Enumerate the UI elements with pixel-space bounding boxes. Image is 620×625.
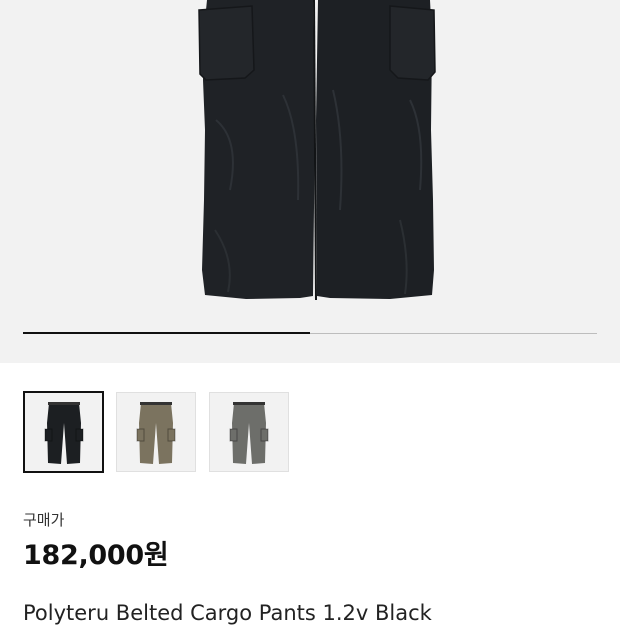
pants-thumbnail-icon — [44, 402, 84, 464]
pants-thumbnail-icon — [136, 402, 176, 464]
product-image-gallery[interactable] — [0, 0, 620, 363]
black-variant-thumb[interactable] — [23, 391, 104, 473]
gallery-progress-fill — [23, 332, 310, 334]
grey-variant-thumb[interactable] — [209, 392, 289, 472]
price: 182,000원 — [23, 540, 169, 571]
price-label: 구매가 — [23, 511, 65, 529]
product-image — [198, 0, 436, 301]
gallery-progress-bar — [23, 332, 597, 334]
khaki-variant-thumb[interactable] — [116, 392, 196, 472]
product-title: Polyteru Belted Cargo Pants 1.2v Black — [23, 601, 432, 625]
pants-thumbnail-icon — [229, 402, 269, 464]
